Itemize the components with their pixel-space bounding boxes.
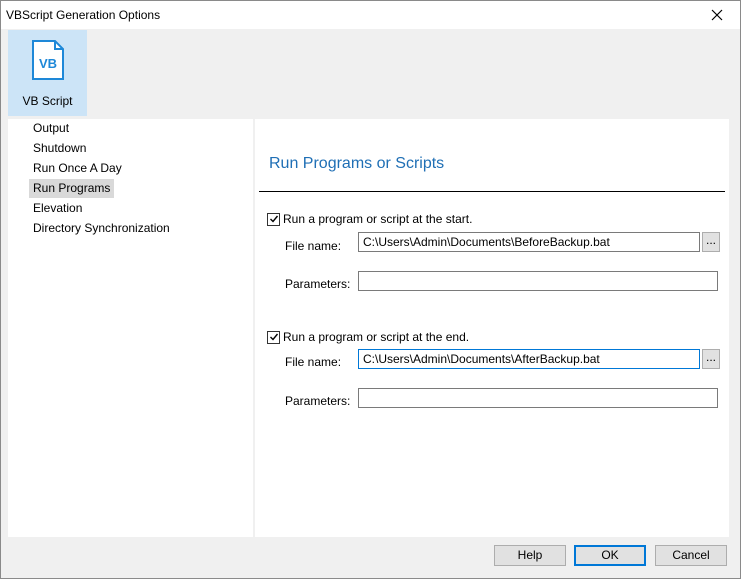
- content-panel: Run Programs or Scripts Run a program or…: [255, 119, 729, 537]
- dialog-window: VBScript Generation Options VB VB Script…: [0, 0, 741, 579]
- start-parameters-field[interactable]: [358, 271, 718, 291]
- window-title: VBScript Generation Options: [6, 8, 161, 22]
- start-browse-button[interactable]: ...: [702, 232, 720, 252]
- start-checkbox-row[interactable]: Run a program or script at the start.: [267, 211, 472, 227]
- help-button[interactable]: Help: [494, 545, 566, 566]
- section-title: Run Programs or Scripts: [269, 155, 445, 172]
- svg-text:VB: VB: [39, 56, 57, 71]
- ribbon: VB VB Script: [1, 29, 740, 116]
- nav-item-output[interactable]: Output: [29, 119, 73, 138]
- end-parameters-label: Parameters:: [285, 394, 351, 408]
- nav-item-elevation[interactable]: Elevation: [29, 199, 86, 218]
- checkmark-icon: [269, 333, 278, 341]
- close-button[interactable]: [694, 1, 740, 29]
- end-browse-button[interactable]: ...: [702, 349, 720, 369]
- cancel-button[interactable]: Cancel: [655, 545, 727, 566]
- end-file-field[interactable]: C:\Users\Admin\Documents\AfterBackup.bat: [358, 349, 700, 369]
- nav-item-directory-synchronization[interactable]: Directory Synchronization: [29, 219, 174, 238]
- end-checkbox-row[interactable]: Run a program or script at the end.: [267, 329, 469, 345]
- title-bar: VBScript Generation Options: [1, 1, 740, 29]
- end-checkbox[interactable]: [267, 330, 280, 344]
- end-checkbox-label: Run a program or script at the end.: [283, 330, 470, 344]
- vb-script-icon: VB: [31, 40, 65, 80]
- vb-script-tile[interactable]: VB VB Script: [8, 30, 87, 116]
- nav-item-run-once-a-day[interactable]: Run Once A Day: [29, 159, 126, 178]
- close-icon: [711, 9, 723, 21]
- nav-item-run-programs[interactable]: Run Programs: [29, 179, 115, 198]
- start-checkbox-label: Run a program or script at the start.: [283, 212, 473, 226]
- start-checkbox[interactable]: [267, 212, 280, 226]
- nav-item-shutdown[interactable]: Shutdown: [29, 139, 90, 158]
- end-parameters-field[interactable]: [358, 388, 718, 408]
- ok-button[interactable]: OK: [574, 545, 646, 566]
- start-file-field[interactable]: C:\Users\Admin\Documents\BeforeBackup.ba…: [358, 232, 700, 252]
- section-rule: [259, 191, 725, 192]
- button-bar: Help OK Cancel: [1, 537, 740, 578]
- end-file-label: File name:: [285, 355, 342, 369]
- checkmark-icon: [269, 215, 278, 223]
- start-parameters-label: Parameters:: [285, 277, 351, 291]
- nav-list: Output Shutdown Run Once A Day Run Progr…: [8, 119, 253, 537]
- start-file-label: File name:: [285, 239, 342, 253]
- vb-script-tile-label: VB Script: [22, 94, 73, 108]
